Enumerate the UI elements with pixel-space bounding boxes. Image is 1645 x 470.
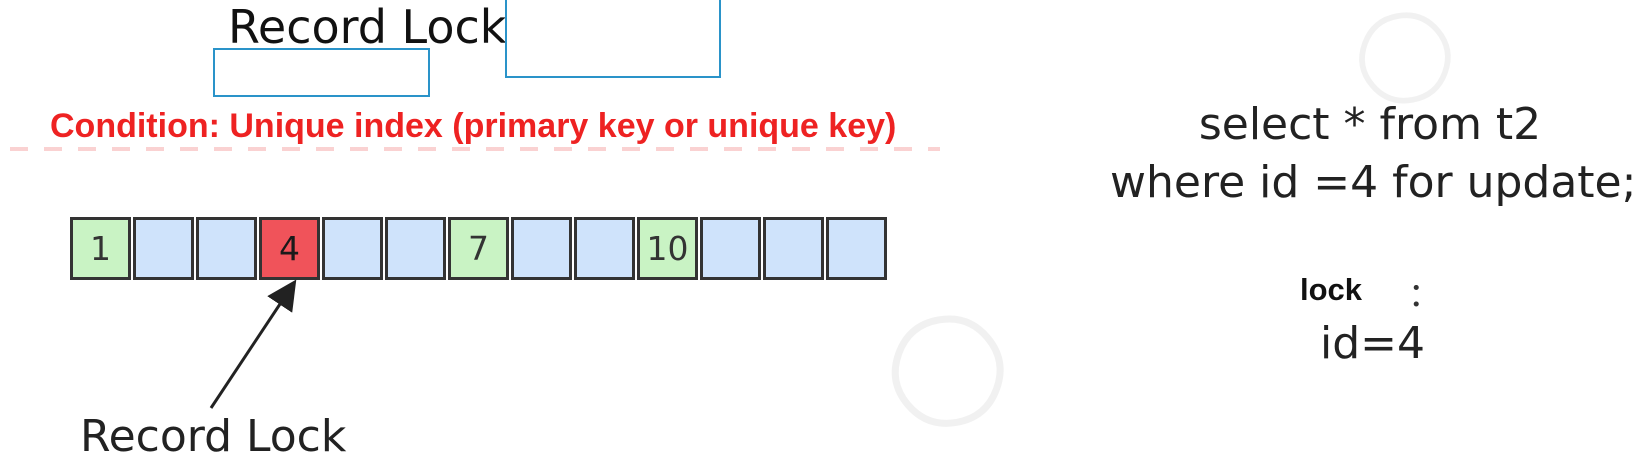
index-cell: 1 <box>70 217 131 280</box>
index-cell <box>511 217 572 280</box>
index-cell <box>196 217 257 280</box>
sql-line-2: where id =4 for update; <box>1110 157 1637 208</box>
highlight-box <box>505 0 721 78</box>
index-cell: 7 <box>448 217 509 280</box>
lock-label: lock <box>1300 272 1363 307</box>
diagram-title: Record Lock <box>228 0 507 54</box>
lock-value: id=4 <box>1320 318 1426 369</box>
sql-line-1: select * from t2 <box>1198 99 1542 150</box>
index-cell <box>322 217 383 280</box>
index-cell <box>385 217 446 280</box>
index-record-row: 1 4 7 10 <box>70 217 889 280</box>
index-cell <box>133 217 194 280</box>
faded-text-strip <box>10 147 940 151</box>
index-cell <box>763 217 824 280</box>
lock-colon: ： <box>1408 275 1441 314</box>
index-cell: 4 <box>259 217 320 280</box>
index-cell: 10 <box>637 217 698 280</box>
highlight-box <box>213 48 430 97</box>
sql-statement: select * from t2 where id =4 for update; <box>1110 96 1637 212</box>
arrow-line <box>209 279 297 409</box>
index-cell <box>700 217 761 280</box>
watermark: ◯ <box>853 275 1030 453</box>
record-lock-label: Record Lock <box>80 411 347 462</box>
index-cell <box>574 217 635 280</box>
condition-text: Condition: Unique index (primary key or … <box>50 107 897 145</box>
index-cell <box>826 217 887 280</box>
